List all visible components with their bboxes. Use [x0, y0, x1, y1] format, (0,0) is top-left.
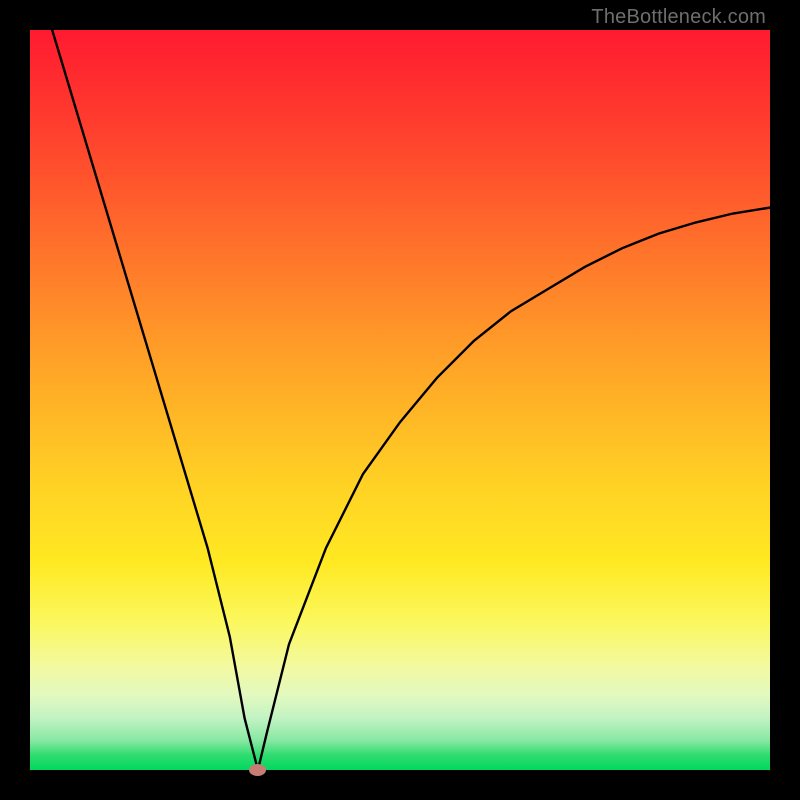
bottleneck-curve: [52, 30, 770, 770]
plot-area: [30, 30, 770, 770]
chart-frame: TheBottleneck.com: [0, 0, 800, 800]
curve-svg: [30, 30, 770, 770]
optimum-marker: [249, 764, 266, 776]
watermark-text: TheBottleneck.com: [591, 6, 766, 29]
